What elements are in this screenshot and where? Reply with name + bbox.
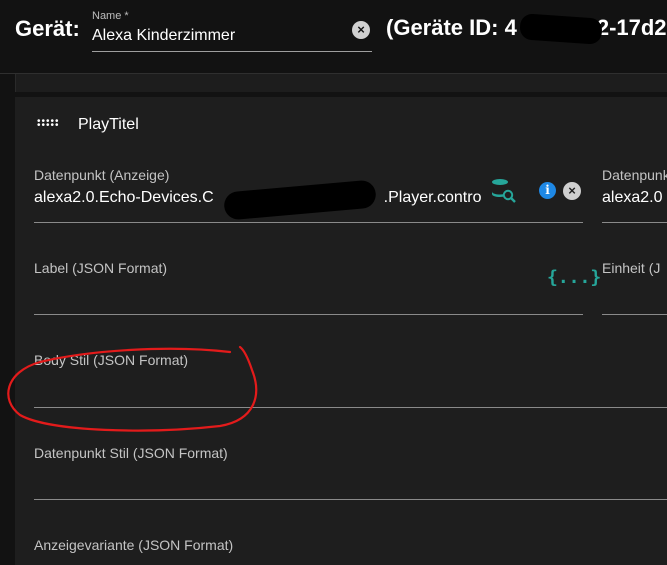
datapoint-style-label: Datenpunkt Stil (JSON Format) — [34, 445, 228, 461]
datapoint-2-value[interactable]: alexa2.0 — [602, 189, 663, 207]
unit-label: Einheit (J — [602, 260, 661, 276]
datapoint-field-2[interactable]: Datenpunk alexa2.0 — [602, 167, 667, 223]
code-json-icon[interactable]: {...} — [547, 267, 601, 288]
body-style-label: Body Stil (JSON Format) — [34, 352, 189, 368]
clear-datapoint-icon[interactable]: × — [563, 182, 581, 200]
datapoint-style-field[interactable]: Datenpunkt Stil (JSON Format) — [34, 445, 667, 500]
display-variant-field[interactable]: Anzeigevariante (JSON Format) — [34, 537, 667, 565]
clear-icon[interactable]: × — [352, 21, 370, 39]
datapoint-label: Datenpunkt (Anzeige) — [34, 167, 170, 183]
device-id-suffix: 2-17d2 — [596, 15, 667, 40]
panel-title: PlayTitel — [78, 116, 139, 133]
label-json-label: Label (JSON Format) — [34, 260, 168, 276]
widget-panel: ••••• ••••• PlayTitel Datenpunkt (Anzeige… — [15, 97, 667, 565]
display-variant-label: Anzeigevariante (JSON Format) — [34, 537, 234, 553]
body-style-field[interactable]: Body Stil (JSON Format) — [34, 352, 667, 408]
redaction-mark — [223, 179, 377, 221]
drag-handle-icon[interactable]: ••••• ••••• — [37, 117, 60, 131]
device-name-field[interactable]: Name * Alexa Kinderzimmer × — [92, 10, 372, 52]
device-id-prefix: (Geräte ID: 4 — [386, 15, 517, 40]
label-json-field[interactable]: Label (JSON Format) — [34, 260, 583, 315]
database-search-icon[interactable] — [490, 177, 516, 203]
device-name-input[interactable]: Alexa Kinderzimmer — [92, 27, 235, 45]
device-label: Gerät: — [15, 16, 80, 41]
datapoint-2-label: Datenpunk — [602, 167, 667, 183]
previous-panel-edge — [15, 74, 667, 92]
info-icon[interactable]: i — [539, 182, 556, 199]
unit-field[interactable]: Einheit (J — [602, 260, 667, 315]
top-bar: Gerät: Name * Alexa Kinderzimmer × (Gerä… — [0, 0, 667, 74]
device-name-caption: Name * — [92, 10, 129, 22]
